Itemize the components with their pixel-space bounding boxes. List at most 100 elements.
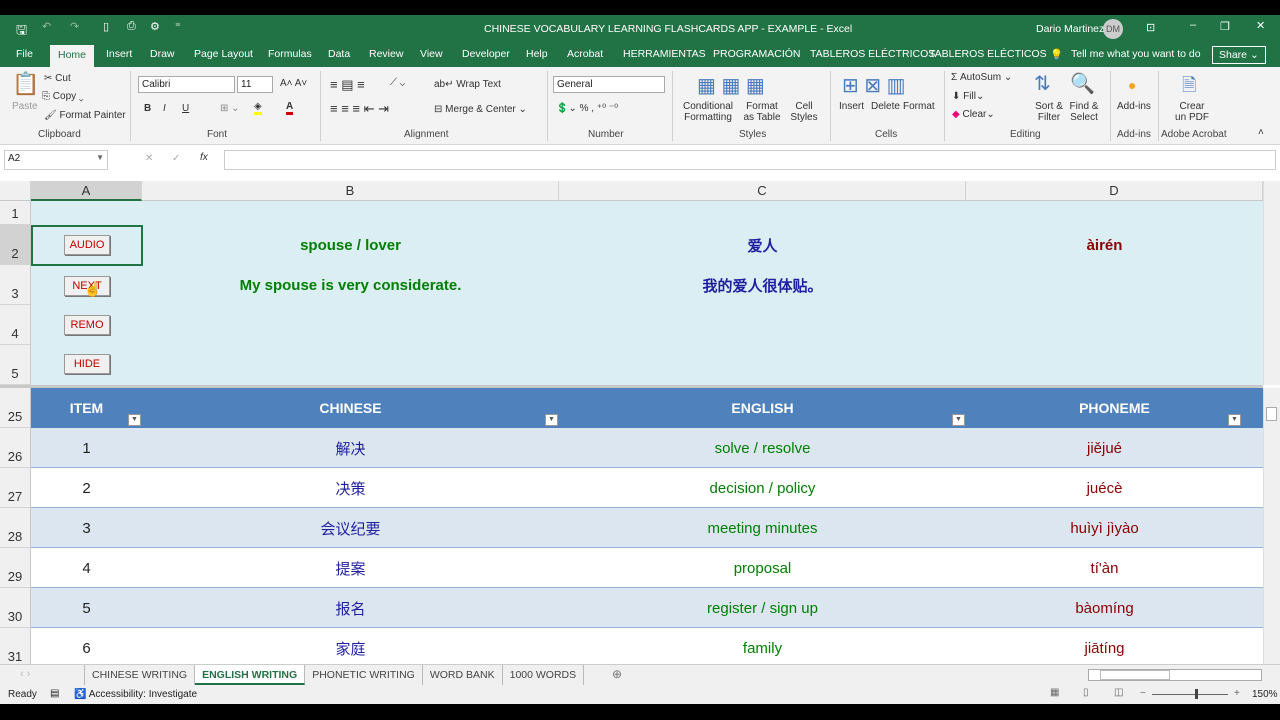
orientation-icon[interactable]: ⟋ ⌄ <box>390 77 405 88</box>
collapse-ribbon-icon[interactable]: ˄ <box>1258 127 1264 138</box>
filter-dropdown-icon[interactable]: ▼ <box>128 414 141 426</box>
align-left-icon[interactable]: ≡ ≡ ≡ ⇤ ⇥ <box>330 101 389 117</box>
tab-insert[interactable]: Insert <box>106 48 132 60</box>
close-icon[interactable]: ✕ <box>1256 19 1265 32</box>
merge-center-button[interactable]: ⊟ Merge & Center ⌄ <box>434 104 527 115</box>
english-cell[interactable]: decision / policy <box>559 468 966 508</box>
cut-button[interactable]: ✂ Cut <box>44 73 71 84</box>
row-header[interactable]: 29 <box>0 548 31 588</box>
phoneme-cell[interactable]: tí'àn <box>966 548 1243 588</box>
phoneme-cell[interactable]: jiějué <box>966 428 1243 468</box>
phoneme-cell[interactable]: jiātíng <box>966 628 1243 664</box>
insert-cells-button[interactable]: Insert <box>839 101 864 112</box>
phoneme-cell[interactable]: bàomíng <box>966 588 1243 628</box>
item-cell[interactable]: 6 <box>31 628 142 664</box>
tab-page-layout[interactable]: Page Layout <box>194 48 253 60</box>
english-cell[interactable]: meeting minutes <box>559 508 966 548</box>
phoneme-cell[interactable]: juécè <box>966 468 1243 508</box>
fill-color-icon[interactable]: ◈ <box>254 101 262 115</box>
zoom-out-icon[interactable]: − <box>1140 688 1146 699</box>
column-header-d[interactable]: D <box>966 181 1263 201</box>
chinese-cell[interactable]: 报名 <box>142 588 559 628</box>
row-header[interactable]: 31 <box>0 628 31 664</box>
underline-button[interactable]: U <box>182 103 189 114</box>
bold-button[interactable]: B <box>144 103 151 114</box>
column-header-a[interactable]: A <box>31 181 142 201</box>
item-cell[interactable]: 4 <box>31 548 142 588</box>
scrollbar-thumb[interactable] <box>1266 407 1277 421</box>
zoom-slider[interactable] <box>1152 694 1228 695</box>
add-sheet-icon[interactable]: ⊕ <box>612 667 622 681</box>
chinese-cell[interactable]: 解决 <box>142 428 559 468</box>
ribbon-display-icon[interactable]: ⊡ <box>1146 21 1155 34</box>
remove-button[interactable]: REMO <box>64 315 110 335</box>
item-cell[interactable]: 3 <box>31 508 142 548</box>
italic-button[interactable]: I <box>163 103 166 114</box>
redo-icon[interactable]: ↷ <box>70 20 79 33</box>
sheet-nav-arrows-icon[interactable]: ‹ › <box>20 668 30 680</box>
filter-dropdown-icon[interactable]: ▼ <box>1228 414 1241 426</box>
sort-filter-button[interactable]: Sort & Filter <box>1030 101 1068 123</box>
number-format-select[interactable]: General <box>553 76 665 93</box>
paste-button[interactable]: Paste <box>12 101 38 112</box>
tab-help[interactable]: Help <box>526 48 548 60</box>
zoom-slider-thumb[interactable] <box>1195 689 1198 699</box>
phoneme-cell[interactable]: huìyì jìyào <box>966 508 1243 548</box>
chinese-cell[interactable]: 决策 <box>142 468 559 508</box>
insert-function-icon[interactable]: fx <box>200 152 208 163</box>
create-pdf-button[interactable]: Crear un PDF <box>1174 101 1210 123</box>
wrap-text-button[interactable]: ab↵ Wrap Text <box>434 79 501 90</box>
find-select-button[interactable]: Find & Select <box>1066 101 1102 123</box>
row-header[interactable]: 27 <box>0 468 31 508</box>
customize-qat-icon[interactable]: ⁼ <box>175 20 181 33</box>
tab-tableros-electicos[interactable]: TABLEROS ELÉCTICOS <box>929 48 1047 60</box>
share-button[interactable]: Share ⌄ <box>1212 46 1266 64</box>
page-layout-view-icon[interactable]: ▯ <box>1083 687 1089 698</box>
delete-cells-button[interactable]: Delete <box>871 101 900 112</box>
item-cell[interactable]: 5 <box>31 588 142 628</box>
tab-programacion[interactable]: PROGRAMACIÓN <box>713 48 801 60</box>
fill-button[interactable]: ⬇ Fill⌄ <box>952 91 984 102</box>
english-cell[interactable]: register / sign up <box>559 588 966 628</box>
undo-icon[interactable]: ↶ <box>42 20 51 33</box>
accounting-icon[interactable]: 💲⌄ % , ⁺⁰ ⁻⁰ <box>556 103 618 114</box>
accessibility-status[interactable]: ♿ Accessibility: Investigate <box>74 689 197 700</box>
tab-developer[interactable]: Developer <box>462 48 510 60</box>
row-header[interactable]: 5 <box>0 345 31 385</box>
grow-font-icon[interactable]: A˄ A˅ <box>280 78 307 89</box>
item-cell[interactable]: 1 <box>31 428 142 468</box>
chinese-cell[interactable]: 家庭 <box>142 628 559 664</box>
normal-view-icon[interactable]: ▦ <box>1050 687 1059 698</box>
formula-input[interactable] <box>224 150 1276 170</box>
zoom-level[interactable]: 150% <box>1252 689 1278 700</box>
font-name-select[interactable]: Calibri <box>138 76 235 93</box>
tab-herramientas[interactable]: HERRAMIENTAS <box>623 48 706 60</box>
row-header[interactable]: 3 <box>0 265 31 305</box>
cancel-icon[interactable]: ✕ <box>145 153 153 164</box>
paste-icon[interactable]: 📋 <box>12 71 39 97</box>
avatar[interactable]: DM <box>1103 19 1123 39</box>
filter-dropdown-icon[interactable]: ▼ <box>545 414 558 426</box>
row-header[interactable]: 26 <box>0 428 31 468</box>
format-as-table-button[interactable]: Format as Table <box>740 101 784 123</box>
tab-file[interactable]: File <box>16 48 33 60</box>
cell-styles-button[interactable]: Cell Styles <box>786 101 822 123</box>
borders-icon[interactable]: ⊞ ⌄ <box>220 103 240 114</box>
name-box[interactable]: A2 ▼ <box>4 150 108 170</box>
english-cell[interactable]: solve / resolve <box>559 428 966 468</box>
chinese-cell[interactable]: 会议纪要 <box>142 508 559 548</box>
format-cells-button[interactable]: Format <box>903 101 935 112</box>
sheet-tab[interactable]: WORD BANK <box>423 665 503 685</box>
tab-data[interactable]: Data <box>328 48 350 60</box>
zoom-in-icon[interactable]: + <box>1234 688 1240 699</box>
sheet-tab[interactable]: ENGLISH WRITING <box>195 665 306 685</box>
english-cell[interactable]: family <box>559 628 966 664</box>
tab-acrobat[interactable]: Acrobat <box>567 48 603 60</box>
item-cell[interactable]: 2 <box>31 468 142 508</box>
sheet-tab[interactable]: 1000 WORDS <box>503 665 585 685</box>
column-header-c[interactable]: C <box>559 181 966 201</box>
print-preview-icon[interactable]: ⎙ <box>127 20 136 33</box>
conditional-formatting-button[interactable]: Conditional Formatting <box>680 101 736 123</box>
sheet-tab[interactable]: PHONETIC WRITING <box>305 665 423 685</box>
addins-button[interactable]: Add-ins <box>1117 101 1151 112</box>
